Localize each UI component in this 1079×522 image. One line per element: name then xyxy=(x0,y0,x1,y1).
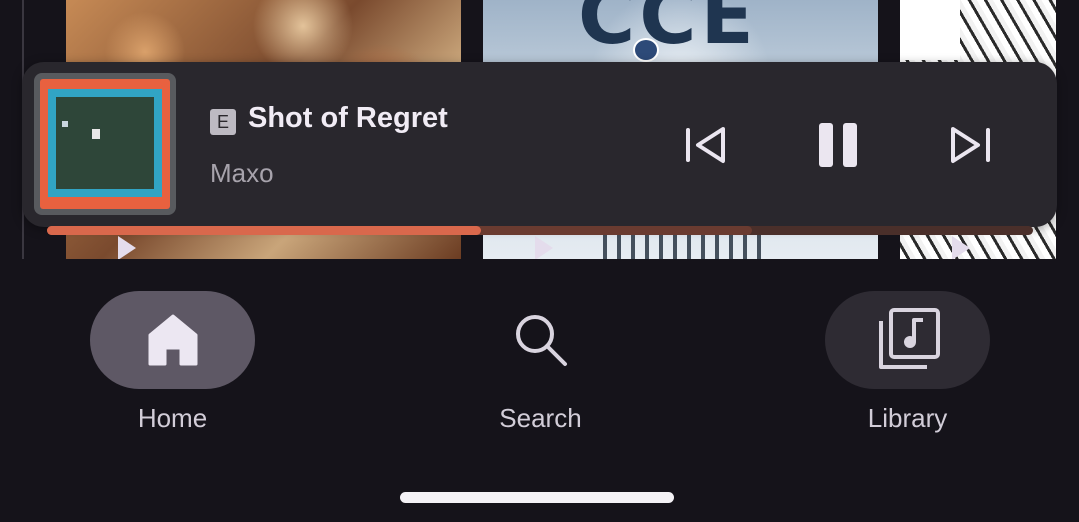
progress-fill xyxy=(47,226,481,235)
skip-next-icon xyxy=(951,127,990,163)
album-cover-detail xyxy=(92,129,100,139)
nav-indicator[interactable] xyxy=(90,291,255,389)
home-indicator[interactable] xyxy=(400,492,674,503)
home-icon xyxy=(148,314,197,366)
album-art-text: CCE xyxy=(578,0,758,62)
album-art-detail xyxy=(900,0,960,60)
track-artist[interactable]: Maxo xyxy=(210,158,274,189)
play-icon[interactable] xyxy=(535,236,553,259)
nav-item-search[interactable]: Search xyxy=(458,291,623,434)
album-cover-art-layer xyxy=(48,89,162,197)
album-art-figure xyxy=(633,38,659,62)
nav-label: Home xyxy=(137,403,208,433)
nav-indicator[interactable] xyxy=(458,291,623,389)
album-cover-art-center xyxy=(56,97,154,189)
pause-button[interactable] xyxy=(811,118,865,172)
track-title[interactable]: Shot of Regret xyxy=(248,102,448,135)
album-cover-detail xyxy=(62,121,68,127)
search-icon xyxy=(515,315,567,366)
previous-button[interactable] xyxy=(679,118,733,172)
pause-icon xyxy=(819,123,857,167)
library-music-icon xyxy=(878,308,940,369)
play-icon[interactable] xyxy=(118,236,136,259)
mini-player[interactable]: E Shot of Regret Maxo xyxy=(22,62,1057,235)
album-cover-art xyxy=(40,79,170,209)
album-art-drips xyxy=(603,232,763,259)
nav-indicator[interactable] xyxy=(825,291,990,389)
nav-item-home[interactable]: Home xyxy=(90,291,255,434)
explicit-badge: E xyxy=(210,109,236,135)
play-icon[interactable] xyxy=(952,236,970,259)
screen: CCE E Shot of Regret Maxo Home Search Li… xyxy=(0,0,1079,522)
nav-item-library[interactable]: Library xyxy=(825,291,990,434)
skip-previous-icon xyxy=(686,127,725,163)
album-cover[interactable] xyxy=(34,73,176,215)
nav-label: Search xyxy=(499,403,582,433)
nav-label: Library xyxy=(867,403,948,433)
next-button[interactable] xyxy=(943,118,997,172)
progress-bar[interactable] xyxy=(47,226,1033,235)
